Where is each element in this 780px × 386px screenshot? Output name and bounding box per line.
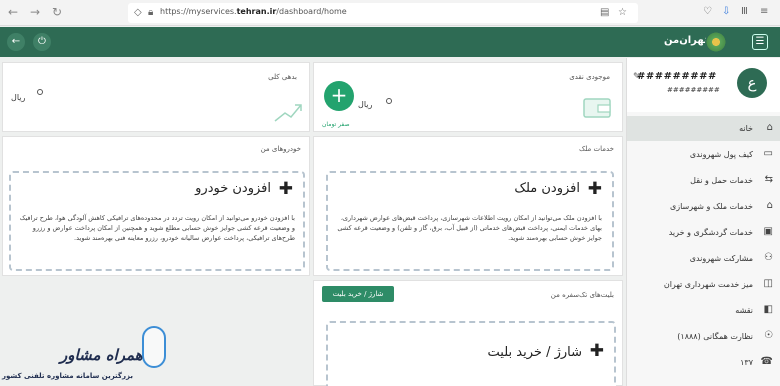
- plus-icon: ✚: [587, 179, 602, 199]
- charge-buy-ticket-button[interactable]: شارژ / خرید بلیت: [322, 286, 394, 302]
- add-cash-button[interactable]: +: [324, 81, 354, 111]
- service-desk-icon: ◫: [763, 278, 773, 289]
- sidebar-item-transport[interactable]: خدمات حمل و نقل ⇆: [627, 168, 780, 193]
- sidebar-item-participation[interactable]: مشارکت شهروندی ⚇: [627, 246, 780, 271]
- bookmark-star-icon[interactable]: ☆: [618, 7, 627, 18]
- lock-icon: 🔒︎: [148, 7, 154, 18]
- sidebar-item-label: خانه: [739, 124, 753, 133]
- property-services-card: خدمات ملک ✚ افزودن ملک با افزودن ملک می‌…: [313, 136, 623, 276]
- sidebar-item-public-oversight[interactable]: نظارت همگانی (۱۸۸۸) ☉: [627, 324, 780, 349]
- watermark-subtitle: بزرگترین سامانه مشاوره تلفنی کشور: [2, 372, 133, 380]
- sidebar-item-service-desk[interactable]: میز خدمت شهرداری تهران ◫: [627, 272, 780, 297]
- hamburger-menu-icon[interactable]: ☰: [752, 34, 768, 50]
- add-property-label: افزودن ملک: [514, 181, 580, 196]
- sidebar-item-label: خدمات ملک و شهرسازی: [669, 202, 753, 211]
- add-property-box[interactable]: ✚ افزودن ملک با افزودن ملک می‌توانید از …: [326, 171, 614, 271]
- phone-icon: ☎: [760, 356, 773, 367]
- url-text: https://myservices.tehran.ir/dashboard/h…: [160, 7, 347, 16]
- cash-balance-card: موجودی نقدی ریال + صفر تومان: [313, 62, 623, 132]
- map-icon: ◧: [763, 304, 773, 315]
- cash-rial-label: ریال: [358, 100, 373, 109]
- app-logo-text: تهران‌من: [664, 35, 708, 46]
- sidebar-item-label: خدمات حمل و نقل: [690, 176, 753, 185]
- sidebar-item-label: کیف پول شهروندی: [689, 150, 753, 159]
- shopping-icon: ▣: [763, 226, 773, 237]
- card-title: خودروهای من: [260, 145, 301, 153]
- chart-trend-icon: [274, 104, 302, 122]
- power-icon[interactable]: ⏻: [33, 33, 51, 51]
- profile-name: #########: [637, 71, 717, 82]
- avatar[interactable]: ع: [737, 68, 767, 98]
- watermark-logo: [142, 326, 166, 368]
- oversight-icon: ☉: [764, 330, 773, 341]
- add-vehicle-label: افزودن خودرو: [195, 181, 271, 196]
- charge-ticket-box[interactable]: ✚ شارژ / خرید بلیت: [326, 321, 616, 386]
- plus-icon: ✚: [278, 179, 293, 199]
- sidebar-item-label: میز خدمت شهرداری تهران: [663, 280, 753, 289]
- zero-toman-label: صفر تومان: [322, 121, 350, 128]
- sidebar-item-home[interactable]: خانه ⌂: [627, 116, 780, 141]
- sidebar-item-label: نظارت همگانی (۱۸۸۸): [677, 332, 753, 341]
- forward-arrow-icon[interactable]: →: [30, 5, 40, 19]
- sidebar-item-property[interactable]: خدمات ملک و شهرسازی ⌂: [627, 194, 780, 219]
- sidebar-item-label: نقشه: [735, 306, 753, 315]
- debt-rial-label: ریال: [11, 93, 26, 102]
- sidebar-item-label: ۱۳۷: [740, 358, 753, 367]
- transport-icon: ⇆: [764, 174, 773, 185]
- home-icon: ⌂: [766, 122, 773, 133]
- add-vehicle-box[interactable]: ✚ افزودن خودرو با افزودن خودرو می‌توانید…: [9, 171, 305, 271]
- plus-icon: ✚: [589, 341, 604, 361]
- app-logo: [705, 31, 727, 53]
- address-bar[interactable]: ◇ 🔒︎ https://myservices.tehran.ir/dashbo…: [128, 3, 638, 23]
- sidebar-item-wallet[interactable]: کیف پول شهروندی ▭: [627, 142, 780, 167]
- charge-ticket-label: شارژ / خرید بلیت: [487, 345, 582, 360]
- sidebar-item-label: مشارکت شهروندی: [689, 254, 753, 263]
- tickets-card: بلیت‌های تک‌سفره من شارژ / خرید بلیت ✚ ش…: [313, 280, 623, 386]
- sidebar: ✎ ######### ######### ع خانه ⌂ کیف پول ش…: [626, 58, 780, 386]
- app-header: ← ⏻ تهران‌من ☰: [0, 27, 780, 57]
- add-vehicle-description: با افزودن خودرو می‌توانید از امکان رویت …: [19, 214, 295, 242]
- sidebar-item-label: خدمات گردشگری و خرید: [668, 228, 753, 237]
- download-icon[interactable]: ⇩: [722, 6, 730, 17]
- sidebar-item-tourism[interactable]: خدمات گردشگری و خرید ▣: [627, 220, 780, 245]
- my-vehicles-card: خودروهای من ✚ افزودن خودرو با افزودن خود…: [2, 136, 310, 276]
- menu-icon[interactable]: ≡: [760, 6, 768, 17]
- watermark-title: همراه مشاور: [60, 346, 143, 364]
- sidebar-item-map[interactable]: نقشه ◧: [627, 298, 780, 323]
- reload-icon[interactable]: ↻: [52, 5, 62, 19]
- total-debt-card: بدهی کلی ریال: [2, 62, 310, 132]
- library-icon[interactable]: Ⅲ: [741, 6, 748, 17]
- building-icon: ⌂: [766, 200, 773, 211]
- currency-dot-icon: [37, 89, 43, 95]
- wallet-illustration-icon: [583, 98, 611, 118]
- pocket-icon[interactable]: ♡: [703, 6, 712, 17]
- add-property-description: با افزودن ملک می‌توانید از امکان رویت اط…: [337, 214, 602, 242]
- browser-toolbar: ← → ↻ ◇ 🔒︎ https://myservices.tehran.ir/…: [0, 0, 780, 26]
- card-title: خدمات ملک: [578, 145, 614, 153]
- card-title: بلیت‌های تک‌سفره من: [550, 291, 614, 299]
- profile-section: ✎ ######### ######### ع: [627, 58, 780, 112]
- sidebar-item-137[interactable]: ۱۳۷ ☎: [627, 350, 780, 375]
- shield-icon: ◇: [134, 7, 142, 18]
- back-icon[interactable]: ←: [7, 33, 25, 51]
- back-arrow-icon[interactable]: ←: [8, 5, 18, 19]
- wallet-icon: ▭: [763, 148, 773, 159]
- profile-subtitle: #########: [667, 86, 720, 94]
- reader-view-icon[interactable]: ▤: [600, 7, 609, 18]
- participation-icon: ⚇: [764, 252, 773, 263]
- card-title: موجودی نقدی: [569, 73, 610, 81]
- currency-dot-icon: [386, 98, 392, 104]
- card-title: بدهی کلی: [268, 73, 297, 81]
